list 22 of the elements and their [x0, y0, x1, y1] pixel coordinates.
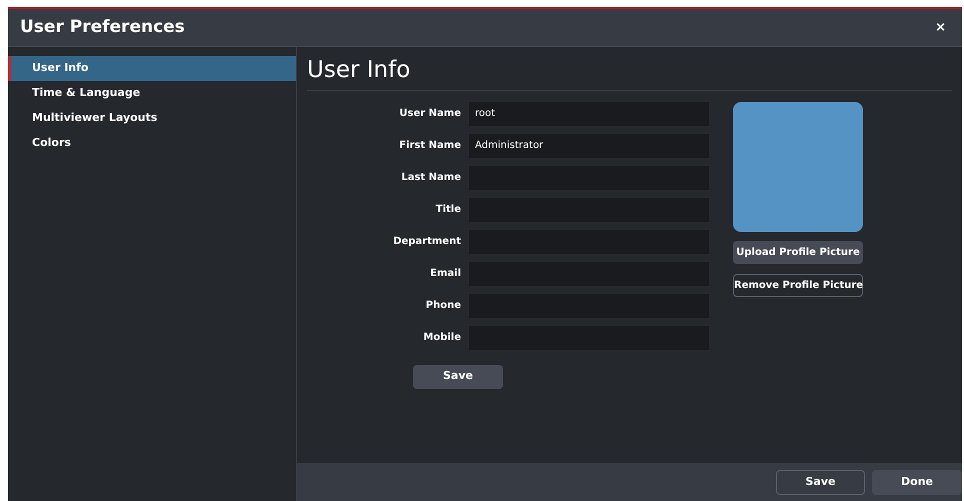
field-label: Mobile — [422, 331, 462, 345]
field-label: First Name — [398, 139, 462, 153]
input-field[interactable]: root — [469, 102, 709, 126]
sidebar-item[interactable]: Time & Language — [8, 81, 296, 106]
footer-button[interactable]: Done — [872, 470, 962, 494]
upload-button[interactable]: Upload Profile Picture — [733, 240, 863, 264]
field-label: Last Name — [400, 171, 462, 185]
field-label: Department — [392, 235, 462, 249]
close-button[interactable]: × — [931, 18, 950, 38]
sidebar-item[interactable]: User Info — [8, 56, 296, 81]
sidebar-item[interactable]: Colors — [8, 131, 296, 156]
footer-button[interactable]: Save — [776, 470, 865, 494]
field-label: Title — [434, 203, 462, 217]
field-label: User Name — [398, 107, 462, 121]
remove-button[interactable]: Remove Profile Picture — [733, 274, 863, 296]
sidebar-item[interactable]: Multiviewer Layouts — [8, 106, 296, 131]
input-field[interactable]: Administrator — [469, 134, 709, 158]
save-button[interactable]: Save — [413, 364, 503, 388]
field-label: Email — [429, 267, 462, 281]
window-title: User Preferences — [20, 16, 185, 39]
field-label: Phone — [424, 299, 462, 313]
section-heading: User Info — [307, 57, 410, 83]
